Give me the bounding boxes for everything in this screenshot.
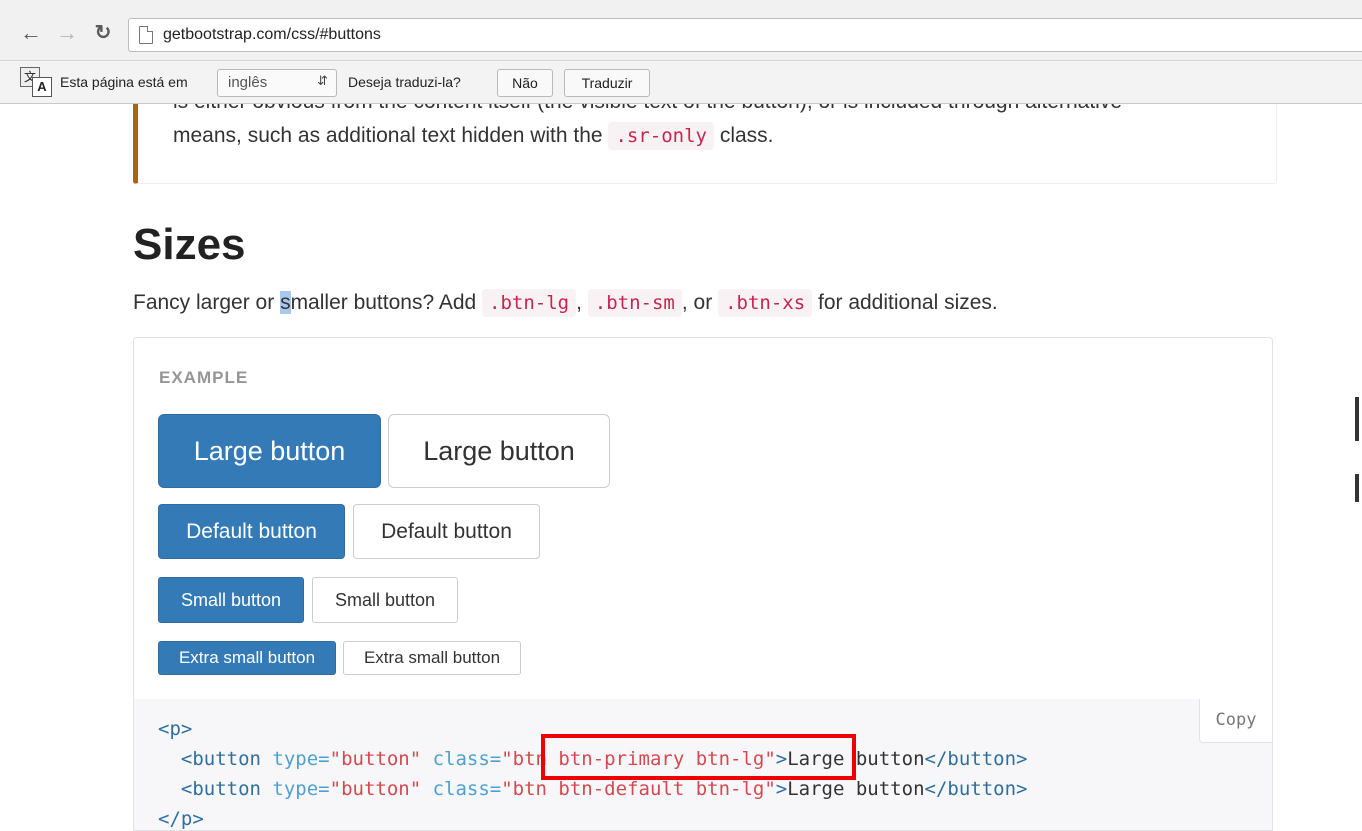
inline-code: .btn-lg (482, 289, 577, 317)
code-string: "button" (329, 778, 422, 800)
large-primary-button[interactable]: Large button (158, 414, 381, 488)
copy-button[interactable]: Copy (1199, 699, 1272, 743)
translate-icon-front: A (32, 77, 52, 97)
language-select[interactable]: inglês ⇵ (217, 69, 337, 97)
translate-prefix: Esta página está em (60, 74, 188, 90)
code-text: Large button (787, 778, 925, 800)
code-string: "button" (329, 748, 422, 770)
code-tag: </button> (924, 748, 1028, 770)
text-selection: s (280, 291, 291, 314)
code-attr: type= (272, 778, 330, 800)
xs-primary-button[interactable]: Extra small button (158, 641, 336, 675)
select-arrows-icon: ⇵ (317, 73, 328, 88)
browser-toolbar: ← → ↻ getbootstrap.com/css/#buttons (0, 0, 1362, 61)
code-string: "btn btn-default btn-lg" (501, 778, 776, 800)
code-line: </p> (158, 808, 204, 830)
code-tag: <button (180, 778, 261, 800)
address-bar[interactable]: getbootstrap.com/css/#buttons (128, 18, 1362, 52)
callout-line: means, such as additional text hidden wi… (173, 122, 774, 150)
code-tag: <button (180, 748, 261, 770)
large-default-button[interactable]: Large button (388, 414, 610, 488)
code-tag: <p> (158, 718, 193, 740)
language-value: inglês (228, 74, 268, 91)
page-icon (139, 26, 153, 44)
highlight-annotation-box (541, 734, 856, 780)
code-tag: </button> (924, 778, 1028, 800)
translate-bar: 文 A Esta página está em inglês ⇵ Deseja … (0, 61, 1362, 104)
reload-icon[interactable]: ↻ (90, 20, 116, 46)
translate-question: Deseja traduzi-la? (348, 74, 461, 90)
warning-callout: is either obvious from the content itsel… (133, 104, 1277, 184)
lead-text: for additional sizes. (817, 291, 998, 314)
section-title: Sizes (133, 220, 246, 269)
no-button[interactable]: Não (497, 69, 553, 97)
code-line: <button type="button" class="btn btn-def… (158, 778, 1028, 800)
code-tag: > (775, 778, 788, 800)
inline-code: .sr-only (608, 122, 714, 150)
xs-default-button[interactable]: Extra small button (343, 641, 521, 675)
callout-text: means, such as additional text hidden wi… (173, 124, 603, 147)
translate-button[interactable]: Traduzir (564, 69, 650, 97)
callout-text: class. (719, 124, 774, 147)
code-tag: </p> (158, 808, 204, 830)
small-default-button[interactable]: Small button (312, 577, 458, 623)
lead-text: maller buttons? Add (290, 291, 477, 314)
code-line: <p> (158, 718, 192, 740)
back-arrow-icon[interactable]: ← (18, 20, 44, 46)
lead-text: Fancy larger or (133, 291, 281, 314)
small-primary-button[interactable]: Small button (158, 577, 304, 623)
example-label: EXAMPLE (159, 368, 249, 387)
example-box: EXAMPLE Large button Large button Defaul… (133, 337, 1273, 701)
side-mark (1355, 397, 1359, 441)
inline-code: .btn-xs (718, 289, 813, 317)
inline-code: .btn-sm (587, 289, 682, 317)
lead-text: , or (681, 291, 713, 314)
forward-arrow-icon[interactable]: → (54, 20, 80, 46)
side-mark (1355, 474, 1359, 502)
default-default-button[interactable]: Default button (353, 504, 540, 559)
section-lead: Fancy larger or smaller buttons? Add .bt… (133, 289, 998, 317)
callout-cut-line: is either obvious from the content itsel… (173, 104, 1122, 114)
code-attr: class= (432, 778, 502, 800)
code-attr: type= (272, 748, 330, 770)
lead-text: , (576, 291, 582, 314)
translate-icon: 文 A (20, 67, 52, 97)
default-primary-button[interactable]: Default button (158, 504, 345, 559)
url-text[interactable]: getbootstrap.com/css/#buttons (163, 26, 381, 44)
code-attr: class= (432, 748, 502, 770)
